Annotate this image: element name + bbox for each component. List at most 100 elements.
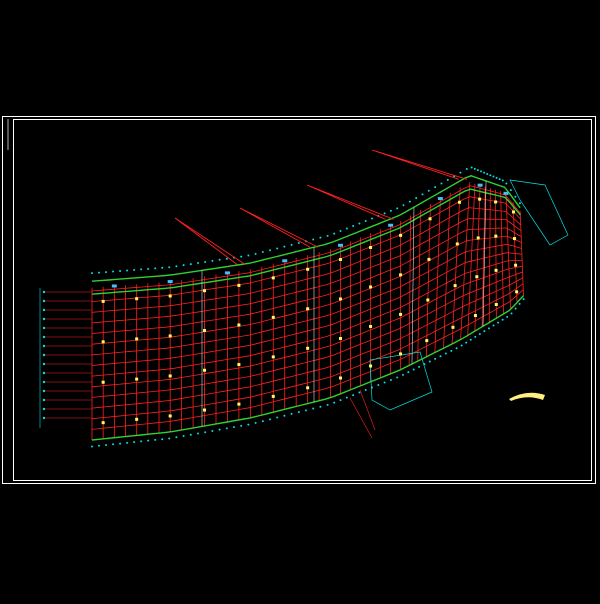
column-marker xyxy=(203,289,206,292)
column-marker xyxy=(478,198,481,201)
dimension-tick xyxy=(183,435,185,437)
dimension-tick xyxy=(140,440,142,442)
column-marker xyxy=(339,337,342,340)
dimension-tick xyxy=(190,434,192,436)
dimension-tick xyxy=(197,432,199,434)
dimension-tick xyxy=(402,374,404,376)
column-marker xyxy=(369,285,372,288)
furniture-block xyxy=(282,259,287,262)
dimension-tick xyxy=(43,336,45,338)
dimension-tick xyxy=(43,390,45,392)
dimension-tick xyxy=(305,409,307,411)
column-marker xyxy=(237,323,240,326)
grid-line-transverse xyxy=(496,190,497,319)
dimension-tick xyxy=(43,327,45,329)
dimension-tick xyxy=(429,361,431,363)
dimension-tick xyxy=(418,366,420,368)
dimension-tick xyxy=(175,436,177,438)
dimension-tick xyxy=(511,312,513,314)
dimension-tick xyxy=(515,308,517,310)
dimension-tick xyxy=(333,402,335,404)
dimension-tick xyxy=(98,445,100,447)
dimension-tick xyxy=(298,411,300,413)
column-marker xyxy=(369,325,372,328)
dimension-tick xyxy=(204,261,206,263)
dimension-tick xyxy=(211,430,213,432)
dimension-tick xyxy=(262,420,264,422)
dimension-tick xyxy=(506,316,508,318)
dimension-tick xyxy=(43,399,45,401)
column-marker xyxy=(454,284,457,287)
canopy-spike xyxy=(307,185,394,219)
dimension-tick xyxy=(204,431,206,433)
dimension-tick xyxy=(459,172,461,174)
column-marker xyxy=(102,421,105,424)
furniture-block xyxy=(438,197,443,200)
dimension-tick xyxy=(43,417,45,419)
dimension-tick xyxy=(327,235,329,237)
dimension-tick xyxy=(486,173,488,175)
dimension-tick xyxy=(445,353,447,355)
dimension-tick xyxy=(456,347,458,349)
dimension-tick xyxy=(421,193,423,195)
column-marker xyxy=(272,355,275,358)
dimension-tick xyxy=(226,258,228,260)
dimension-tick xyxy=(276,247,278,249)
grid-line-transverse xyxy=(489,188,490,322)
dimension-tick xyxy=(384,212,386,214)
column-marker xyxy=(237,363,240,366)
dimension-tick xyxy=(352,225,354,227)
dimension-tick xyxy=(523,298,525,300)
column-marker xyxy=(169,374,172,377)
column-marker xyxy=(515,290,518,293)
dimension-tick xyxy=(240,256,242,258)
dimension-tick xyxy=(365,220,367,222)
dimension-tick xyxy=(219,429,221,431)
dimension-tick xyxy=(440,182,442,184)
column-marker xyxy=(474,314,477,317)
dimension-tick xyxy=(183,264,185,266)
dimension-tick xyxy=(505,182,507,184)
dimension-tick xyxy=(255,253,257,255)
dimension-tick xyxy=(346,397,348,399)
south-ramp xyxy=(350,390,375,438)
dimension-tick xyxy=(255,422,257,424)
outer-frame xyxy=(3,117,596,484)
grid-line-transverse xyxy=(513,202,517,302)
dimension-tick xyxy=(147,268,149,270)
dimension-tick xyxy=(105,444,107,446)
dimension-tick xyxy=(474,168,476,170)
dimension-tick xyxy=(319,406,321,408)
dimension-tick xyxy=(43,309,45,311)
column-marker xyxy=(494,200,497,203)
dimension-tick xyxy=(112,271,114,273)
dimension-tick xyxy=(119,270,121,272)
dimension-tick xyxy=(154,439,156,441)
dimension-tick xyxy=(447,179,449,181)
dimension-tick xyxy=(161,267,163,269)
dimension-tick xyxy=(269,418,271,420)
dimension-tick xyxy=(499,178,501,180)
dimension-tick xyxy=(470,339,472,341)
dimension-tick xyxy=(403,204,405,206)
furniture-block xyxy=(112,284,117,287)
column-marker xyxy=(203,369,206,372)
grid-line-transverse xyxy=(418,210,421,361)
dimension-tick xyxy=(510,189,512,191)
dimension-tick xyxy=(461,344,463,346)
column-marker xyxy=(339,298,342,301)
dimension-tick xyxy=(340,399,342,401)
dimension-tick xyxy=(358,223,360,225)
column-marker xyxy=(495,269,498,272)
column-marker xyxy=(272,316,275,319)
column-marker xyxy=(306,347,309,350)
dimension-tick xyxy=(493,324,495,326)
grid-line-transverse xyxy=(409,215,410,365)
column-marker xyxy=(425,339,428,342)
dimension-tick xyxy=(474,336,476,338)
dimension-tick xyxy=(514,196,516,198)
dimension-tick xyxy=(415,197,417,199)
dimension-tick xyxy=(434,186,436,188)
column-marker xyxy=(203,409,206,412)
column-marker xyxy=(477,236,480,239)
